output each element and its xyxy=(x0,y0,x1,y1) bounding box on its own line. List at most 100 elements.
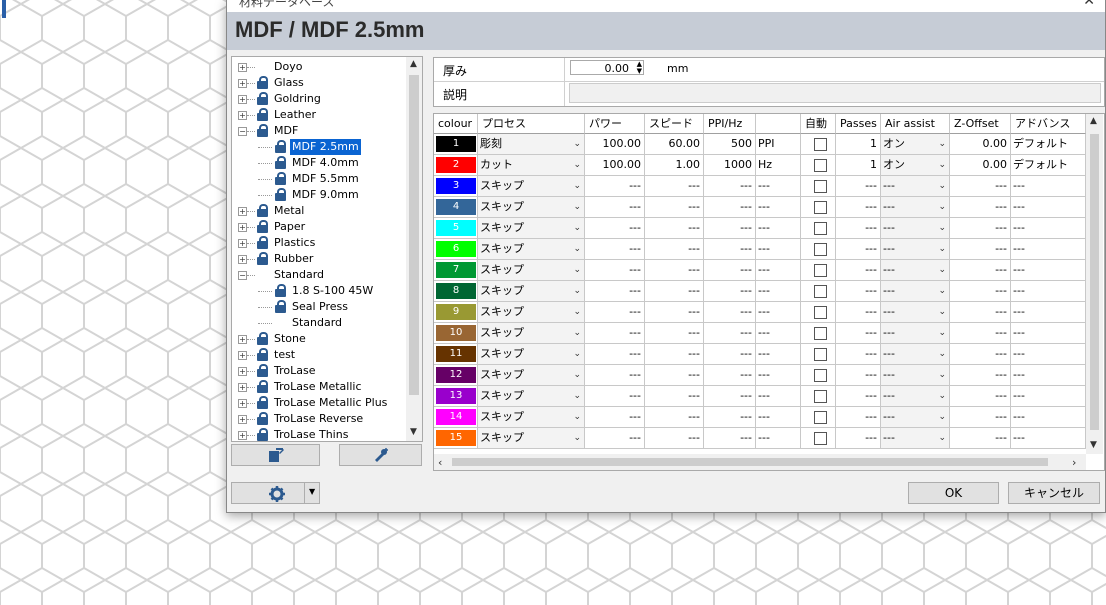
auto-checkbox[interactable] xyxy=(814,222,827,235)
auto-checkbox-cell[interactable] xyxy=(801,260,836,281)
z-cell[interactable]: --- xyxy=(950,302,1011,323)
chevron-down-icon[interactable]: ▼ xyxy=(410,427,417,437)
z-cell[interactable]: --- xyxy=(950,239,1011,260)
speed-cell[interactable]: --- xyxy=(645,365,704,386)
tree-scrollbar[interactable]: ▲ ▼ xyxy=(406,57,422,441)
air-assist-select[interactable]: --- ⌄ xyxy=(881,407,950,428)
advance-cell[interactable]: --- xyxy=(1011,323,1086,344)
speed-cell[interactable]: 60.00 xyxy=(645,134,704,155)
spinner-icon[interactable]: ▲ ▼ xyxy=(637,61,642,75)
power-cell[interactable]: --- xyxy=(585,260,645,281)
chevron-down-icon[interactable]: ⌄ xyxy=(938,134,946,154)
column-header[interactable]: スピード xyxy=(645,114,704,134)
table-row[interactable]: 13 スキップ ⌄ --- --- --- --- --- --- ⌄ --- --- xyxy=(434,386,1086,407)
tree-item[interactable]: + TroLase Metallic xyxy=(232,379,404,395)
tree-item[interactable]: + TroLase xyxy=(232,363,404,379)
power-cell[interactable]: 100.00 xyxy=(585,155,645,176)
ok-button[interactable]: OK xyxy=(908,482,999,504)
colour-cell[interactable]: 7 xyxy=(434,260,478,281)
advance-cell[interactable]: --- xyxy=(1011,239,1086,260)
process-select[interactable]: スキップ ⌄ xyxy=(478,176,585,197)
process-select[interactable]: スキップ ⌄ xyxy=(478,428,585,449)
chevron-right-icon[interactable]: › xyxy=(1072,456,1076,469)
z-cell[interactable]: --- xyxy=(950,260,1011,281)
air-assist-select[interactable]: オン ⌄ xyxy=(881,155,950,176)
z-cell[interactable]: --- xyxy=(950,323,1011,344)
unit-cell[interactable]: --- xyxy=(756,386,801,407)
table-row[interactable]: 6 スキップ ⌄ --- --- --- --- --- --- ⌄ --- --- xyxy=(434,239,1086,260)
tree-item[interactable]: MDF 5.5mm xyxy=(232,171,404,187)
ppi-cell[interactable]: --- xyxy=(704,323,756,344)
chevron-down-icon[interactable]: ⌄ xyxy=(938,407,946,427)
z-cell[interactable]: --- xyxy=(950,386,1011,407)
table-row[interactable]: 8 スキップ ⌄ --- --- --- --- --- --- ⌄ --- --- xyxy=(434,281,1086,302)
chevron-down-icon[interactable]: ⌄ xyxy=(573,344,581,364)
ppi-cell[interactable]: --- xyxy=(704,302,756,323)
expand-icon[interactable]: + xyxy=(238,63,247,72)
power-cell[interactable]: --- xyxy=(585,407,645,428)
advance-cell[interactable]: --- xyxy=(1011,197,1086,218)
advance-cell[interactable]: デフォルト xyxy=(1011,134,1086,155)
expand-icon[interactable]: + xyxy=(238,207,247,216)
passes-cell[interactable]: --- xyxy=(836,218,881,239)
tree-item[interactable]: + Plastics xyxy=(232,235,404,251)
power-cell[interactable]: --- xyxy=(585,386,645,407)
speed-cell[interactable]: --- xyxy=(645,176,704,197)
process-select[interactable]: 彫刻 ⌄ xyxy=(478,134,585,155)
power-cell[interactable]: --- xyxy=(585,428,645,449)
speed-cell[interactable]: --- xyxy=(645,344,704,365)
process-select[interactable]: スキップ ⌄ xyxy=(478,365,585,386)
tree-scroll-thumb[interactable] xyxy=(409,75,419,395)
passes-cell[interactable]: --- xyxy=(836,386,881,407)
auto-checkbox-cell[interactable] xyxy=(801,323,836,344)
speed-cell[interactable]: --- xyxy=(645,407,704,428)
z-cell[interactable]: --- xyxy=(950,197,1011,218)
thickness-input[interactable]: 0.00 ▲ ▼ xyxy=(570,60,644,75)
chevron-down-icon[interactable]: ⌄ xyxy=(573,407,581,427)
process-select[interactable]: スキップ ⌄ xyxy=(478,260,585,281)
passes-cell[interactable]: --- xyxy=(836,239,881,260)
passes-cell[interactable]: --- xyxy=(836,260,881,281)
process-select[interactable]: スキップ ⌄ xyxy=(478,386,585,407)
process-select[interactable]: カット ⌄ xyxy=(478,155,585,176)
new-material-button[interactable] xyxy=(231,444,320,466)
passes-cell[interactable]: --- xyxy=(836,344,881,365)
chevron-down-icon[interactable]: ⌄ xyxy=(938,239,946,259)
process-select[interactable]: スキップ ⌄ xyxy=(478,407,585,428)
expand-icon[interactable]: + xyxy=(238,223,247,232)
table-row[interactable]: 4 スキップ ⌄ --- --- --- --- --- --- ⌄ --- --- xyxy=(434,197,1086,218)
z-cell[interactable]: --- xyxy=(950,344,1011,365)
expand-icon[interactable]: + xyxy=(238,351,247,360)
z-cell[interactable]: --- xyxy=(950,176,1011,197)
passes-cell[interactable]: --- xyxy=(836,176,881,197)
table-row[interactable]: 7 スキップ ⌄ --- --- --- --- --- --- ⌄ --- --- xyxy=(434,260,1086,281)
expand-icon[interactable]: + xyxy=(238,415,247,424)
colour-cell[interactable]: 13 xyxy=(434,386,478,407)
tree-item[interactable]: − Standard xyxy=(232,267,404,283)
chevron-up-icon[interactable]: ▲ xyxy=(1090,116,1097,126)
chevron-down-icon[interactable]: ⌄ xyxy=(938,344,946,364)
table-row[interactable]: 5 スキップ ⌄ --- --- --- --- --- --- ⌄ --- --- xyxy=(434,218,1086,239)
settings-dropdown-button[interactable]: ▼ xyxy=(231,482,320,504)
unit-cell[interactable]: --- xyxy=(756,323,801,344)
colour-cell[interactable]: 1 xyxy=(434,134,478,155)
table-row[interactable]: 15 スキップ ⌄ --- --- --- --- --- --- ⌄ --- --- xyxy=(434,428,1086,449)
process-select[interactable]: スキップ ⌄ xyxy=(478,218,585,239)
process-select[interactable]: スキップ ⌄ xyxy=(478,323,585,344)
z-cell[interactable]: --- xyxy=(950,365,1011,386)
table-row[interactable]: 14 スキップ ⌄ --- --- --- --- --- --- ⌄ --- --- xyxy=(434,407,1086,428)
column-header[interactable]: プロセス xyxy=(478,114,585,134)
speed-cell[interactable]: --- xyxy=(645,323,704,344)
unit-cell[interactable]: --- xyxy=(756,218,801,239)
table-row[interactable]: 12 スキップ ⌄ --- --- --- --- --- --- ⌄ --- --- xyxy=(434,365,1086,386)
chevron-down-icon[interactable]: ⌄ xyxy=(573,428,581,448)
advance-cell[interactable]: --- xyxy=(1011,365,1086,386)
power-cell[interactable]: 100.00 xyxy=(585,134,645,155)
tree-item[interactable]: − MDF xyxy=(232,123,404,139)
speed-cell[interactable]: 1.00 xyxy=(645,155,704,176)
column-header[interactable]: Z-Offset xyxy=(950,114,1011,134)
unit-cell[interactable]: PPI xyxy=(756,134,801,155)
tree-item[interactable]: + TroLase Thins xyxy=(232,427,404,441)
auto-checkbox[interactable] xyxy=(814,285,827,298)
column-header[interactable]: PPI/Hz xyxy=(704,114,756,134)
